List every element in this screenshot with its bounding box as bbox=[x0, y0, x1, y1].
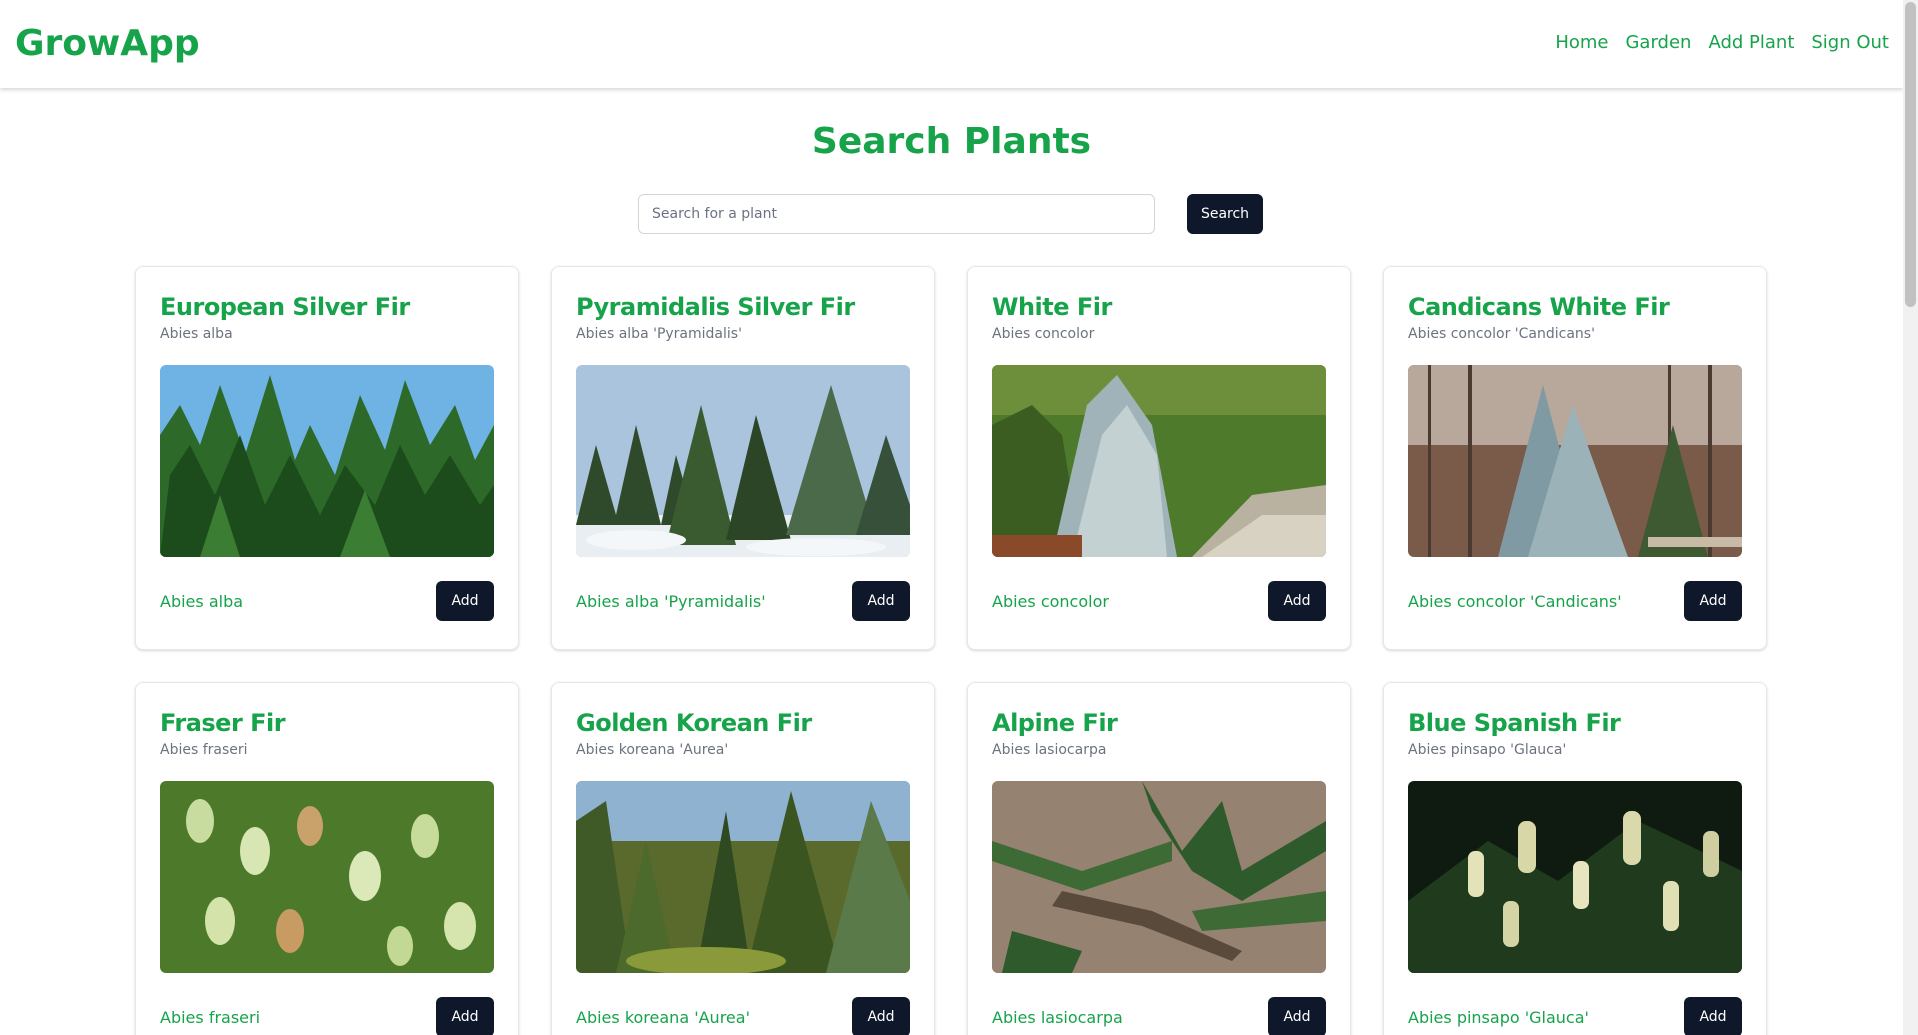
plant-card-title: Alpine Fir bbox=[992, 709, 1118, 737]
plant-card: Golden Korean Fir Abies koreana 'Aurea' … bbox=[551, 682, 935, 1035]
plant-card-title: Golden Korean Fir bbox=[576, 709, 812, 737]
add-plant-button[interactable]: Add bbox=[1684, 581, 1742, 621]
plant-detail-link[interactable]: Abies pinsapo 'Glauca' bbox=[1408, 1008, 1589, 1027]
nav-add-plant-link[interactable]: Add Plant bbox=[1708, 30, 1794, 56]
plant-detail-link[interactable]: Abies koreana 'Aurea' bbox=[576, 1008, 750, 1027]
brand-logo[interactable]: GrowApp bbox=[15, 22, 200, 66]
plant-card-scientific-name: Abies concolor 'Candicans' bbox=[1408, 326, 1595, 342]
plant-card-title: Candicans White Fir bbox=[1408, 293, 1670, 321]
nav-garden-link[interactable]: Garden bbox=[1625, 30, 1691, 56]
plant-card-scientific-name: Abies concolor bbox=[992, 326, 1095, 342]
plant-card-image bbox=[576, 781, 910, 973]
page: GrowApp Home Garden Add Plant Sign Out S… bbox=[0, 0, 1918, 1035]
plant-detail-link[interactable]: Abies lasiocarpa bbox=[992, 1008, 1123, 1027]
plant-card-image bbox=[576, 365, 910, 557]
plant-detail-link[interactable]: Abies alba 'Pyramidalis' bbox=[576, 592, 766, 611]
plant-card-scientific-name: Abies alba bbox=[160, 326, 233, 342]
plant-card-scientific-name: Abies fraseri bbox=[160, 742, 248, 758]
add-plant-button[interactable]: Add bbox=[1268, 581, 1326, 621]
plant-card-scientific-name: Abies koreana 'Aurea' bbox=[576, 742, 729, 758]
plant-card-image bbox=[992, 781, 1326, 973]
page-scrollbar[interactable] bbox=[1903, 0, 1918, 1035]
plant-card-footer: Abies koreana 'Aurea' Add bbox=[576, 997, 910, 1035]
add-plant-button[interactable]: Add bbox=[436, 997, 494, 1035]
add-plant-button[interactable]: Add bbox=[852, 581, 910, 621]
scrollbar-thumb[interactable] bbox=[1905, 2, 1916, 307]
plant-card-image bbox=[160, 781, 494, 973]
plant-card: Pyramidalis Silver Fir Abies alba 'Pyram… bbox=[551, 266, 935, 650]
nav-sign-out-link[interactable]: Sign Out bbox=[1811, 30, 1889, 56]
plant-card-footer: Abies lasiocarpa Add bbox=[992, 997, 1326, 1035]
plant-card-image bbox=[1408, 781, 1742, 973]
plant-card-title: Pyramidalis Silver Fir bbox=[576, 293, 855, 321]
plant-card-title: White Fir bbox=[992, 293, 1112, 321]
plant-card-scientific-name: Abies pinsapo 'Glauca' bbox=[1408, 742, 1567, 758]
add-plant-button[interactable]: Add bbox=[1268, 997, 1326, 1035]
nav-home-link[interactable]: Home bbox=[1555, 30, 1608, 56]
add-plant-button[interactable]: Add bbox=[436, 581, 494, 621]
plant-card-footer: Abies alba Add bbox=[160, 581, 494, 621]
plant-card-title: Blue Spanish Fir bbox=[1408, 709, 1621, 737]
plant-card-footer: Abies concolor Add bbox=[992, 581, 1326, 621]
plant-card-footer: Abies concolor 'Candicans' Add bbox=[1408, 581, 1742, 621]
plant-card: Fraser Fir Abies fraseri Abies fraseri A… bbox=[135, 682, 519, 1035]
plant-card-footer: Abies pinsapo 'Glauca' Add bbox=[1408, 997, 1742, 1035]
plant-card-title: European Silver Fir bbox=[160, 293, 410, 321]
plant-card-image bbox=[160, 365, 494, 557]
plant-detail-link[interactable]: Abies alba bbox=[160, 592, 243, 611]
plant-card: White Fir Abies concolor Abies concolor … bbox=[967, 266, 1351, 650]
plant-card: European Silver Fir Abies alba Abies alb… bbox=[135, 266, 519, 650]
search-input[interactable] bbox=[638, 194, 1155, 234]
plant-card: Candicans White Fir Abies concolor 'Cand… bbox=[1383, 266, 1767, 650]
add-plant-button[interactable]: Add bbox=[1684, 997, 1742, 1035]
plant-card-image bbox=[992, 365, 1326, 557]
plant-results-grid: European Silver Fir Abies alba Abies alb… bbox=[135, 266, 1767, 1035]
plant-card-image bbox=[1408, 365, 1742, 557]
search-button[interactable]: Search bbox=[1187, 194, 1263, 234]
plant-card-footer: Abies alba 'Pyramidalis' Add bbox=[576, 581, 910, 621]
plant-detail-link[interactable]: Abies concolor 'Candicans' bbox=[1408, 592, 1622, 611]
plant-card-title: Fraser Fir bbox=[160, 709, 286, 737]
plant-card: Blue Spanish Fir Abies pinsapo 'Glauca' … bbox=[1383, 682, 1767, 1035]
top-navbar: GrowApp Home Garden Add Plant Sign Out bbox=[0, 0, 1903, 88]
main-nav: Home Garden Add Plant Sign Out bbox=[1555, 30, 1889, 56]
page-title: Search Plants bbox=[811, 121, 1092, 162]
plant-card: Alpine Fir Abies lasiocarpa Abies lasioc… bbox=[967, 682, 1351, 1035]
plant-card-scientific-name: Abies lasiocarpa bbox=[992, 742, 1107, 758]
plant-card-scientific-name: Abies alba 'Pyramidalis' bbox=[576, 326, 742, 342]
plant-detail-link[interactable]: Abies fraseri bbox=[160, 1008, 260, 1027]
add-plant-button[interactable]: Add bbox=[852, 997, 910, 1035]
plant-detail-link[interactable]: Abies concolor bbox=[992, 592, 1109, 611]
plant-card-footer: Abies fraseri Add bbox=[160, 997, 494, 1035]
